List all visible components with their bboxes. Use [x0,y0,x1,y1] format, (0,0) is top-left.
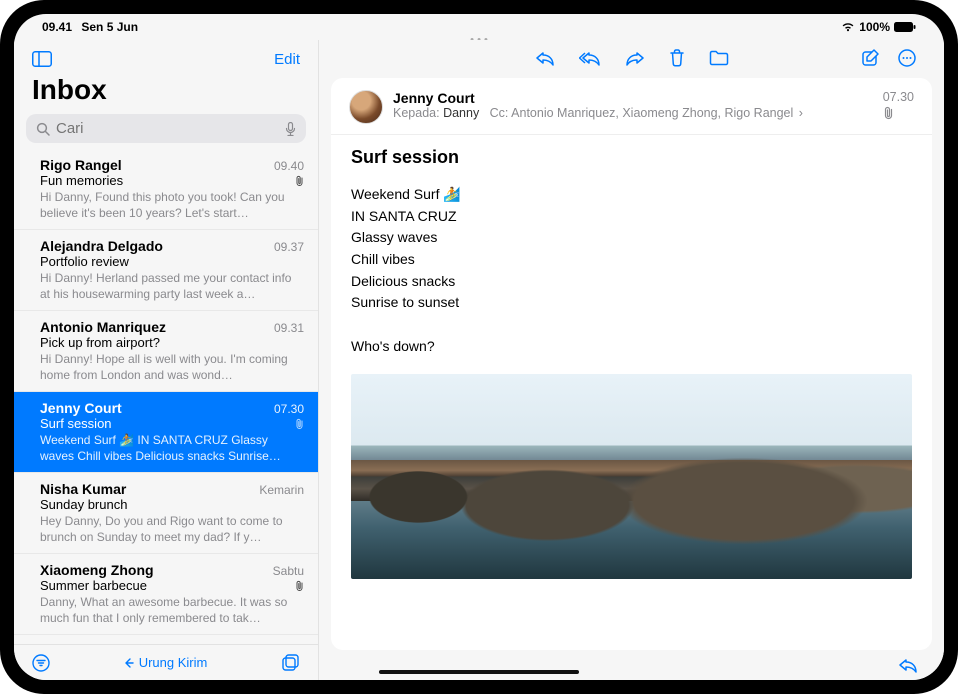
attachment-icon [295,580,304,592]
search-field[interactable] [26,114,306,143]
message-list[interactable]: Rigo Rangel 09.40 Fun memoriesHi Danny, Fo… [14,149,318,644]
filter-button[interactable] [32,654,50,672]
from-name: Jenny Court [393,90,914,106]
message-attachment-image[interactable] [351,374,912,579]
battery-percent: 100% [859,20,890,34]
subject: Summer barbecue [40,578,147,593]
sender: Xiaomeng Zhong [40,562,154,578]
mail-item[interactable]: Alejandra Delgado 09.37 Portfolio reviewHi… [14,230,318,311]
subject: Sunday brunch [40,497,127,512]
status-date: Sen 5 Jun [81,20,138,34]
move-folder-button[interactable] [709,49,729,67]
preview: Weekend Surf 🏄 IN SANTA CRUZ Glassy wave… [40,432,304,464]
preview: Hi Danny, Found this photo you took! Can… [40,189,304,221]
mail-item[interactable]: Rigo Rangel 09.40 Fun memoriesHi Danny, Fo… [14,149,318,230]
sender: Rigo Rangel [40,157,122,173]
mail-item[interactable]: Jenny Court 07.30 Surf sessionWeekend Surf… [14,392,318,473]
mail-item[interactable]: Antonio Manriquez 09.31 Pick up from airpo… [14,311,318,392]
message-time: 07.30 [883,90,914,104]
sender: Nisha Kumar [40,481,126,497]
dictation-icon[interactable] [285,122,296,136]
message-card: Jenny Court Kepada: Danny Cc: Antonio Ma… [331,78,932,650]
compose-overlap-button[interactable] [282,654,300,672]
search-icon [36,122,50,136]
time: 09.40 [274,159,304,173]
time: Kemarin [259,483,304,497]
message-subject: Surf session [351,139,912,184]
sender: Jenny Court [40,400,122,416]
attachment-icon [295,418,304,430]
sender: Alejandra Delgado [40,238,163,254]
subject: Surf session [40,416,112,431]
search-input[interactable] [56,120,279,137]
message-body: Weekend Surf 🏄IN SANTA CRUZGlassy wavesC… [351,184,912,358]
mail-item[interactable]: Nisha Kumar Kemarin Sunday brunchHey Danny… [14,473,318,554]
reply-all-button[interactable] [579,49,601,67]
subject: Fun memories [40,173,123,188]
reply-footer-button[interactable] [898,657,918,673]
screen: 09.41 Sen 5 Jun 100% • • • [14,14,944,680]
attachment-icon [295,175,304,187]
sidebar: Edit Inbox Rigo Rangel09.40Fun memoriesH… [14,40,319,680]
more-button[interactable] [898,49,916,67]
undo-send-label: Urung Kirim [139,655,208,670]
detail-toolbar [319,40,944,70]
sender: Antonio Manriquez [40,319,166,335]
cc-label: Cc: [490,106,509,120]
undo-send-button[interactable]: Urung Kirim [125,655,208,670]
wifi-icon [841,22,855,32]
preview: Hi Danny! Herland passed me your contact… [40,270,304,302]
home-indicator[interactable] [379,670,579,674]
time: 09.31 [274,321,304,335]
edit-button[interactable]: Edit [274,51,300,68]
mailbox-title: Inbox [14,70,318,114]
time: 07.30 [274,402,304,416]
compose-button[interactable] [862,49,880,67]
trash-button[interactable] [669,49,685,67]
subject: Portfolio review [40,254,129,269]
cc-list: Antonio Manriquez, Xiaomeng Zhong, Rigo … [511,106,793,120]
chevron-right-icon[interactable]: › [799,106,803,120]
time: 09.37 [274,240,304,254]
mail-item[interactable]: Xiaomeng Zhong Sabtu Summer barbecueDanny,… [14,554,318,635]
message-detail: Jenny Court Kepada: Danny Cc: Antonio Ma… [319,40,944,680]
subject: Pick up from airport? [40,335,160,350]
sidebar-toggle-button[interactable] [32,51,52,67]
to-name: Danny [443,106,479,120]
status-time: 09.41 [42,20,72,34]
avatar [349,90,383,124]
time: Sabtu [273,564,304,578]
reply-button[interactable] [535,49,555,67]
preview: Hi Danny! Hope all is well with you. I'm… [40,351,304,383]
battery-icon [894,22,916,32]
preview: Danny, What an awesome barbecue. It was … [40,594,304,626]
ipad-frame: 09.41 Sen 5 Jun 100% • • • [0,0,958,694]
attachment-icon [883,106,914,120]
to-label: Kepada: [393,106,440,120]
message-header[interactable]: Jenny Court Kepada: Danny Cc: Antonio Ma… [331,78,932,135]
preview: Hey Danny, Do you and Rigo want to come … [40,513,304,545]
forward-button[interactable] [625,49,645,67]
status-bar: 09.41 Sen 5 Jun 100% [14,14,944,36]
